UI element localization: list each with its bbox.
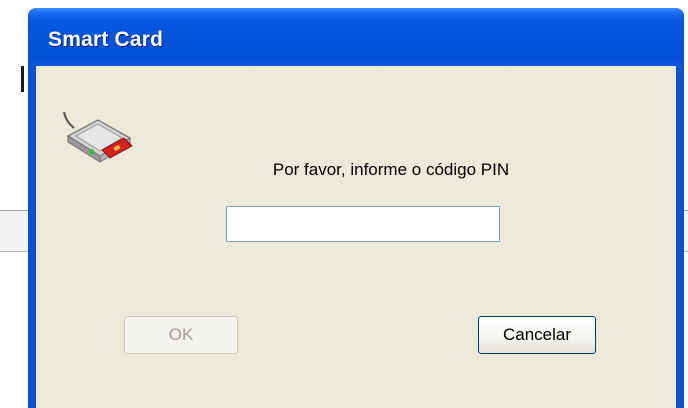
background-fragment: [21, 66, 24, 92]
pin-prompt: Por favor, informe o código PIN: [272, 160, 510, 179]
ok-button[interactable]: OK: [124, 316, 238, 354]
dialog-body: Por favor, informe o código PIN OK Cance…: [36, 66, 676, 408]
pin-input[interactable]: [226, 206, 500, 242]
cancel-button[interactable]: Cancelar: [478, 316, 596, 354]
smart-card-reader-icon: [63, 111, 133, 163]
smart-card-dialog: Smart Card Por favor, informe o código P…: [28, 8, 684, 408]
title-bar[interactable]: Smart Card: [28, 8, 684, 66]
background-panel: [0, 211, 28, 252]
background-panel: [684, 211, 688, 252]
dialog-title: Smart Card: [48, 28, 164, 51]
